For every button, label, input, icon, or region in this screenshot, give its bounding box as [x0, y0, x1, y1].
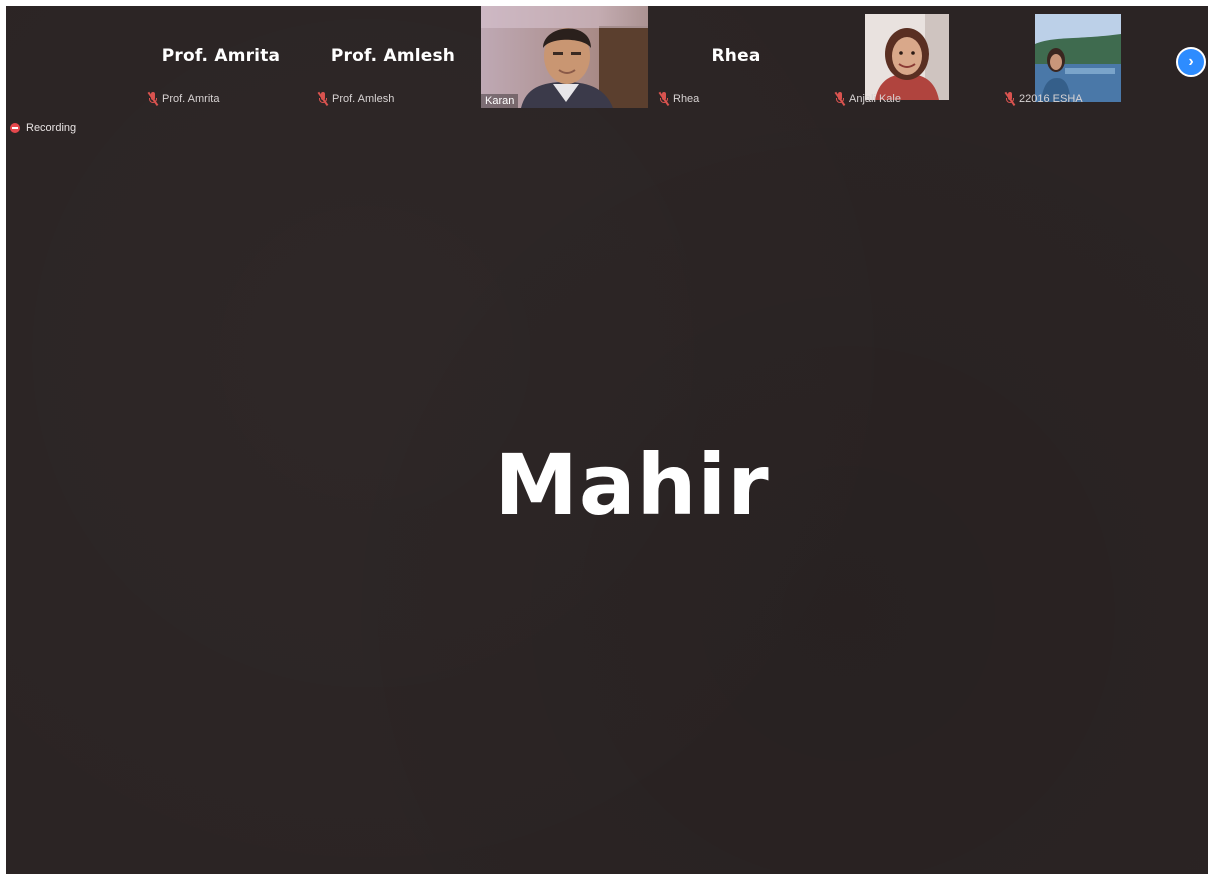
mic-muted-icon — [658, 92, 669, 106]
meeting-window: Prof. Amrita Prof. Amrita Prof. Amlesh P… — [6, 6, 1208, 874]
participant-label: Prof. Amlesh — [314, 90, 398, 108]
participant-label: 22016 ESHA — [1001, 90, 1087, 108]
participant-label: Prof. Amrita — [144, 90, 223, 108]
participant-display-name: Prof. Amrita — [161, 46, 281, 66]
active-speaker-name: Mahir — [494, 436, 770, 534]
participant-label-text: Karan — [481, 94, 519, 108]
next-page-button[interactable]: › — [1176, 47, 1206, 77]
recording-indicator[interactable]: Recording — [10, 122, 76, 134]
participant-tile-rhea[interactable]: Rhea Rhea — [651, 6, 821, 110]
participant-label: Anjali Kale — [831, 90, 905, 108]
participant-display-name: Rhea — [711, 46, 761, 66]
mic-muted-icon — [317, 92, 328, 106]
participant-strip: Prof. Amrita Prof. Amrita Prof. Amlesh P… — [6, 6, 1208, 118]
mic-muted-icon — [1004, 92, 1015, 106]
recording-label: Recording — [26, 122, 77, 134]
participant-label-text: Rhea — [673, 93, 700, 105]
participant-tile-22016-esha[interactable]: 22016 ESHA — [991, 6, 1161, 110]
chevron-right-icon: › — [1188, 53, 1194, 70]
participant-video — [865, 14, 949, 100]
mic-muted-icon — [834, 92, 845, 106]
participant-tile-anjali-kale[interactable]: Anjali Kale — [821, 6, 991, 110]
participant-label: Rhea — [655, 90, 703, 108]
participant-video — [481, 6, 648, 108]
mic-muted-icon — [147, 92, 158, 106]
participant-tile-prof-amrita[interactable]: Prof. Amrita Prof. Amrita — [136, 6, 306, 110]
participant-tile-karan[interactable]: Karan — [481, 6, 648, 108]
participant-video — [1035, 14, 1121, 102]
participant-label-text: Prof. Amrita — [162, 93, 220, 105]
participant-label-text: Anjali Kale — [849, 93, 901, 105]
participant-label-text: 22016 ESHA — [1019, 93, 1083, 105]
participant-label-text: Prof. Amlesh — [332, 93, 395, 105]
participant-display-name: Prof. Amlesh — [330, 46, 456, 66]
participant-tile-prof-amlesh[interactable]: Prof. Amlesh Prof. Amlesh — [308, 6, 478, 110]
record-dot-icon — [10, 123, 20, 133]
